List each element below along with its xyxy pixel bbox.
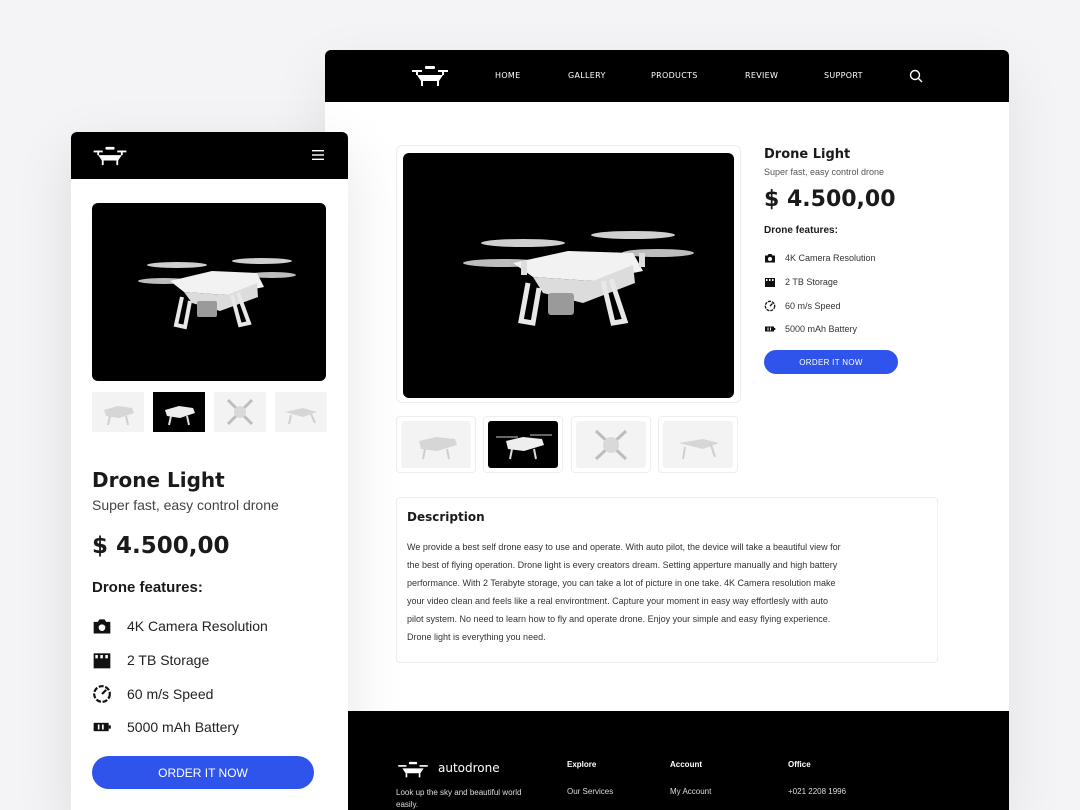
- description-card: Description We provide a best self drone…: [396, 497, 938, 663]
- camera-icon: [765, 254, 775, 263]
- feature-item: 60 m/s Speed: [764, 300, 841, 312]
- mobile-navbar: [71, 132, 348, 179]
- features-heading: Drone features:: [764, 225, 838, 236]
- product-title: Drone Light: [92, 468, 225, 492]
- desktop-mockup: HOME GALLERY PRODUCTS REVIEW SUPPORT Dro…: [325, 50, 1009, 810]
- nav-review[interactable]: REVIEW: [745, 71, 778, 80]
- footer-heading-office: Office: [788, 760, 811, 769]
- thumbnail-2[interactable]: [483, 416, 563, 473]
- footer: autodrone Look up the sky and beautiful …: [325, 711, 1009, 810]
- battery-icon: [765, 326, 776, 332]
- feature-item: 5000 mAh Battery: [764, 323, 857, 335]
- feature-item: 4K Camera Resolution: [92, 616, 268, 636]
- thumbnail-2[interactable]: [153, 392, 205, 432]
- speedometer-icon: [764, 300, 776, 312]
- footer-brand: autodrone: [438, 761, 500, 775]
- feature-item: 2 TB Storage: [764, 276, 838, 288]
- order-button[interactable]: ORDER IT NOW: [764, 350, 898, 374]
- desktop-navbar: HOME GALLERY PRODUCTS REVIEW SUPPORT: [325, 50, 1009, 102]
- thumbnail-1[interactable]: [396, 416, 476, 473]
- thumbnail-3[interactable]: [214, 392, 266, 432]
- footer-heading-account: Account: [670, 760, 702, 769]
- thumbnail-4[interactable]: [275, 392, 327, 432]
- thumbnail-3[interactable]: [571, 416, 651, 473]
- drone-logo-icon[interactable]: [397, 761, 429, 779]
- order-button[interactable]: ORDER IT NOW: [92, 756, 314, 789]
- footer-link[interactable]: My Account: [670, 787, 711, 796]
- product-title: Drone Light: [764, 147, 851, 162]
- nav-products[interactable]: PRODUCTS: [651, 71, 698, 80]
- hamburger-menu-icon[interactable]: [311, 149, 325, 161]
- drone-logo-icon[interactable]: [91, 146, 129, 166]
- storage-icon: [765, 278, 775, 287]
- description-heading: Description: [407, 510, 485, 524]
- footer-phone[interactable]: +021 2208 1996: [788, 787, 846, 796]
- camera-icon: [93, 619, 111, 634]
- feature-item: 2 TB Storage: [92, 650, 209, 670]
- search-icon[interactable]: [909, 69, 923, 83]
- product-main-image[interactable]: [92, 203, 326, 381]
- nav-support[interactable]: SUPPORT: [824, 71, 863, 80]
- description-text: We provide a best self drone easy to use…: [407, 542, 841, 642]
- features-heading: Drone features:: [92, 579, 203, 596]
- footer-heading-explore: Explore: [567, 760, 597, 769]
- battery-icon: [93, 722, 111, 732]
- product-price: $ 4.500,00: [764, 187, 896, 212]
- product-price: $ 4.500,00: [92, 533, 230, 559]
- nav-home[interactable]: HOME: [495, 71, 520, 80]
- product-subtitle: Super fast, easy control drone: [92, 497, 279, 513]
- product-subtitle: Super fast, easy control drone: [764, 167, 885, 177]
- nav-gallery[interactable]: GALLERY: [568, 71, 606, 80]
- thumbnail-1[interactable]: [92, 392, 144, 432]
- drone-logo-icon[interactable]: [411, 65, 449, 87]
- thumbnail-4[interactable]: [658, 416, 738, 473]
- footer-link[interactable]: Our Services: [567, 787, 613, 796]
- product-main-image[interactable]: [403, 153, 734, 398]
- storage-icon: [93, 653, 111, 669]
- feature-item: 4K Camera Resolution: [764, 252, 876, 264]
- mobile-mockup: Drone Light Super fast, easy control dro…: [71, 132, 348, 810]
- feature-item: 60 m/s Speed: [92, 684, 213, 704]
- footer-tagline: Look up the sky and beautiful world easi…: [396, 788, 522, 809]
- speedometer-icon: [93, 685, 111, 703]
- feature-item: 5000 mAh Battery: [92, 717, 239, 737]
